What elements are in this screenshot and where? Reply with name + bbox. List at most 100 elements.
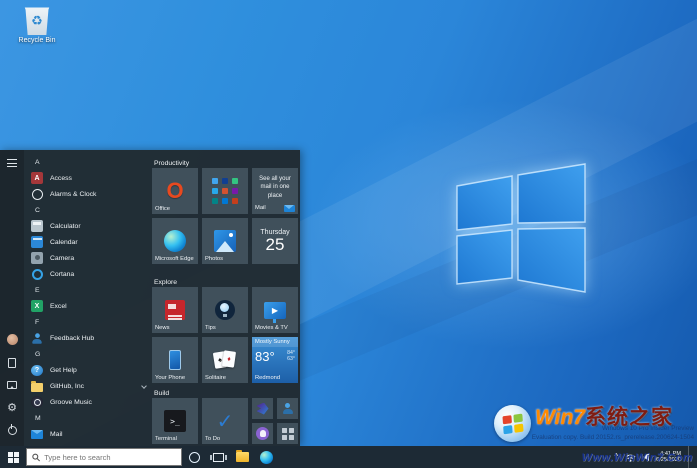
news-icon xyxy=(165,300,185,320)
site-url-watermark: Www.WinWin7.Com xyxy=(582,452,693,464)
app-list-item-camera[interactable]: Camera xyxy=(28,250,150,266)
app-list: A A Access Alarms & Clock C Calculator C… xyxy=(24,150,150,446)
feedback-hub-icon xyxy=(31,332,42,343)
app-list-item-alarms-clock[interactable]: Alarms & Clock xyxy=(28,186,150,202)
get-help-icon: ? xyxy=(31,365,43,376)
grid-app-icon xyxy=(282,428,294,440)
tile-your-phone[interactable]: Your Phone xyxy=(152,337,198,383)
app-list-item-feedback-hub[interactable]: Feedback Hub xyxy=(28,330,150,346)
mail-icon xyxy=(31,430,43,439)
app-list-section-c[interactable]: C xyxy=(28,202,150,218)
tile-grid-app[interactable] xyxy=(277,423,298,444)
app-list-section-a[interactable]: A xyxy=(28,154,150,170)
recycle-glyph: ♻ xyxy=(31,13,43,29)
pictures-icon[interactable] xyxy=(7,381,17,389)
start-button[interactable] xyxy=(0,446,26,468)
desktop-icon-label: Recycle Bin xyxy=(10,37,64,44)
alarms-clock-icon xyxy=(32,189,43,200)
calendar-icon xyxy=(31,236,43,248)
recycle-bin-icon: ♻ xyxy=(24,7,50,35)
app-list-item-excel[interactable]: X Excel xyxy=(28,298,150,314)
search-input[interactable] xyxy=(44,453,176,462)
tile-tips[interactable]: Tips xyxy=(202,287,248,333)
cortana-icon xyxy=(32,269,43,280)
tile-calendar[interactable]: Thursday 25 xyxy=(252,218,298,264)
hamburger-icon xyxy=(7,159,17,167)
tile-movies-tv[interactable]: ▶ Movies & TV xyxy=(252,287,298,333)
solitaire-cards-icon: ♠ ♦ xyxy=(213,350,237,370)
github-desktop-icon xyxy=(256,427,269,440)
office-apps-grid-icon xyxy=(212,178,238,204)
excel-icon: X xyxy=(31,300,43,312)
tile-microsoft-edge[interactable]: Microsoft Edge xyxy=(152,218,198,264)
folder-icon xyxy=(31,383,43,392)
camera-icon xyxy=(31,252,43,264)
chevron-down-icon[interactable] xyxy=(141,383,147,389)
app-list-section-g[interactable]: G xyxy=(28,346,150,362)
weather-low: 63° xyxy=(287,356,295,362)
windows-logo xyxy=(447,162,592,297)
taskbar-edge-button[interactable] xyxy=(254,446,278,468)
site-name-cn: 系统之家 xyxy=(585,406,673,429)
calculator-icon xyxy=(31,220,43,232)
site-watermark: Win7系统之家 xyxy=(494,405,673,442)
app-list-item-cortana[interactable]: Cortana xyxy=(28,266,150,282)
windows-start-icon xyxy=(8,452,19,463)
taskbar-task-view-button[interactable] xyxy=(206,446,230,468)
play-glyph: ▶ xyxy=(272,306,278,315)
tips-lightbulb-icon xyxy=(215,300,235,320)
taskbar-cortana-button[interactable] xyxy=(182,446,206,468)
group-title-explore[interactable]: Explore xyxy=(152,278,300,287)
app-list-item-mail[interactable]: Mail xyxy=(28,426,150,442)
taskbar-file-explorer-button[interactable] xyxy=(230,446,254,468)
tile-photos[interactable]: Photos xyxy=(202,218,248,264)
group-title-productivity[interactable]: Productivity xyxy=(152,159,300,168)
tile-office[interactable]: O Office xyxy=(152,168,198,214)
start-menu: ⚙ A A Access Alarms & Clock C Calculator xyxy=(0,150,300,446)
access-icon: A xyxy=(31,172,43,184)
app-list-item-calculator[interactable]: Calculator xyxy=(28,218,150,234)
tile-microsoft-365-apps[interactable] xyxy=(202,168,248,214)
app-list-item-access[interactable]: A Access xyxy=(28,170,150,186)
person-icon xyxy=(282,403,294,415)
visual-studio-icon xyxy=(257,403,269,415)
desktop-icon-recycle-bin[interactable]: ♻ Recycle Bin xyxy=(10,7,64,44)
movies-tv-icon: ▶ xyxy=(264,302,286,319)
tile-dev-person[interactable] xyxy=(277,398,298,419)
expand-menu-button[interactable] xyxy=(4,156,20,170)
app-list-section-m[interactable]: M xyxy=(28,410,150,426)
group-title-build[interactable]: Build xyxy=(152,389,300,398)
app-list-item-get-help[interactable]: ? Get Help xyxy=(28,362,150,378)
tile-news[interactable]: News xyxy=(152,287,198,333)
photos-icon xyxy=(214,230,236,252)
tile-visual-studio[interactable] xyxy=(252,398,273,419)
tile-github-desktop[interactable] xyxy=(252,423,273,444)
desktop: ♻ Recycle Bin Win7系统之家 Windows 10 Pro In… xyxy=(0,0,697,468)
tile-solitaire[interactable]: ♠ ♦ Solitaire xyxy=(202,337,248,383)
app-list-item-github[interactable]: GitHub, Inc xyxy=(28,378,150,394)
settings-icon[interactable]: ⚙ xyxy=(7,402,17,413)
tile-mail[interactable]: See all your mail in one place Mail xyxy=(252,168,298,214)
taskbar-search[interactable] xyxy=(26,448,182,466)
app-list-item-groove-music[interactable]: Groove Music xyxy=(28,394,150,410)
groove-music-icon xyxy=(31,396,43,408)
edge-icon xyxy=(164,230,186,252)
file-explorer-icon xyxy=(236,452,249,462)
terminal-icon: >_ xyxy=(164,410,186,432)
documents-icon[interactable] xyxy=(8,358,16,368)
power-icon[interactable] xyxy=(8,426,17,435)
search-icon xyxy=(32,453,40,462)
app-list-section-f[interactable]: F xyxy=(28,314,150,330)
office-icon: O xyxy=(166,180,183,202)
mail-icon xyxy=(284,205,295,213)
site-watermark-text: Win7系统之家 xyxy=(535,407,673,429)
app-list-section-e[interactable]: E xyxy=(28,282,150,298)
task-view-icon xyxy=(213,453,224,462)
start-menu-rail: ⚙ xyxy=(0,150,24,446)
tile-area: Productivity O Office See all your mail … xyxy=(150,150,300,446)
tile-to-do[interactable]: ✓ To Do xyxy=(202,398,248,444)
tile-weather[interactable]: Mostly Sunny 83° 84° 63° Redmond xyxy=(252,337,298,383)
user-avatar[interactable] xyxy=(7,334,18,345)
app-list-item-calendar[interactable]: Calendar xyxy=(28,234,150,250)
tile-terminal[interactable]: >_ Terminal xyxy=(152,398,198,444)
